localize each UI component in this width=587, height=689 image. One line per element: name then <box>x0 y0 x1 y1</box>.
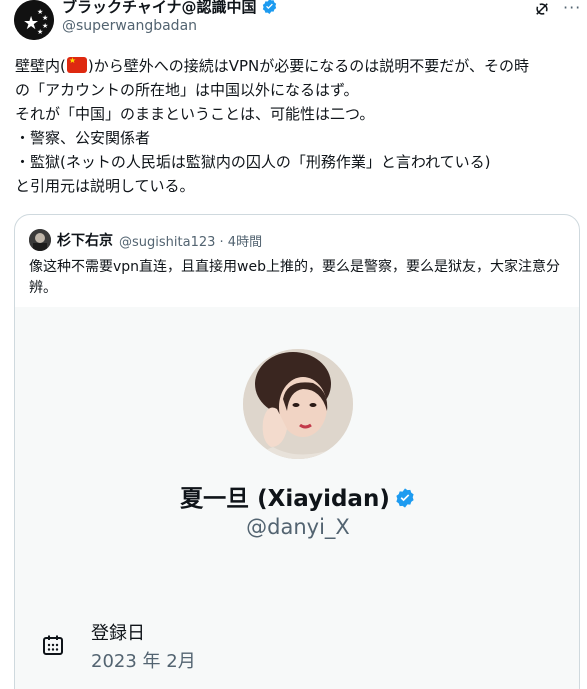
post-text-segment: )から壁外への接続はVPNが必要になるのは説明不要だが、その時 <box>87 57 529 75</box>
quoted-post[interactable]: 杉下右京 @sugishita123 · 4時間 像这种不需要vpn直连，且直接… <box>14 214 580 689</box>
post-text-line: と引用元は説明している。 <box>15 177 195 195</box>
verified-badge-icon <box>262 0 276 14</box>
calendar-icon <box>43 635 63 655</box>
profile-card-handle: @danyi_X <box>246 515 350 539</box>
post-text-line: ・警察、公安関係者 <box>15 129 151 147</box>
china-flag-emoji <box>66 57 87 73</box>
joined-label: 登録日 <box>91 623 145 644</box>
quoted-meta: @sugishita123 · 4時間 <box>119 231 262 250</box>
svg-text:★: ★ <box>42 14 48 22</box>
post-text-line: それが「中国」のままということは、可能性は二つ。 <box>15 105 375 123</box>
joined-date: 2023 年 2月 <box>91 651 196 672</box>
post-text-segment: 壁内( <box>30 57 66 75</box>
meta-separator: · <box>215 235 228 250</box>
quoted-time[interactable]: 4時間 <box>228 235 262 250</box>
quoted-author-handle[interactable]: @sugishita123 <box>119 235 215 250</box>
verified-badge-icon <box>396 488 414 508</box>
author-avatar[interactable]: ★ ★ ★ ★ ★ <box>14 0 54 40</box>
author-handle[interactable]: @superwangbadan <box>62 18 197 34</box>
post-text-line: ・監獄(ネットの人民垢は監獄内の囚人の「刑務作業」と言われている) <box>15 153 491 171</box>
quoted-author-name[interactable]: 杉下右京 <box>57 230 113 250</box>
author-name[interactable]: ブラックチャイナ@認識中国 <box>62 0 257 17</box>
post-text-line: 壁壁内()から壁外への接続はVPNが必要になるのは説明不要だが、その時 <box>15 54 577 78</box>
profile-card-display-name: 夏一旦 (Xiayidan) <box>180 486 390 512</box>
author-name-row[interactable]: ブラックチャイナ@認識中国 <box>62 0 278 17</box>
more-icon[interactable]: ··· <box>563 0 583 18</box>
svg-text:★: ★ <box>37 28 43 36</box>
profile-card-image[interactable]: 夏一旦 (Xiayidan) @danyi_X 登録日 2023 年 2月 <box>15 307 579 689</box>
post-header: ★ ★ ★ ★ ★ ブラックチャイナ@認識中国 @superwangbadan … <box>0 0 587 44</box>
profile-card-avatar <box>243 349 353 459</box>
quoted-author-avatar[interactable] <box>29 229 51 251</box>
post-text: 壁壁内()から壁外への接続はVPNが必要になるのは説明不要だが、その時 の「アカ… <box>15 54 577 198</box>
post-text-line: の「アカウントの所在地」は中国以外になるはず。 <box>15 81 359 99</box>
quoted-text: 像这种不需要vpn直连，且直接用web上推的，要么是警察，要么是狱友，大家注意分… <box>29 259 560 296</box>
grok-icon[interactable] <box>533 0 551 18</box>
profile-card-name: 夏一旦 (Xiayidan) <box>15 479 579 513</box>
